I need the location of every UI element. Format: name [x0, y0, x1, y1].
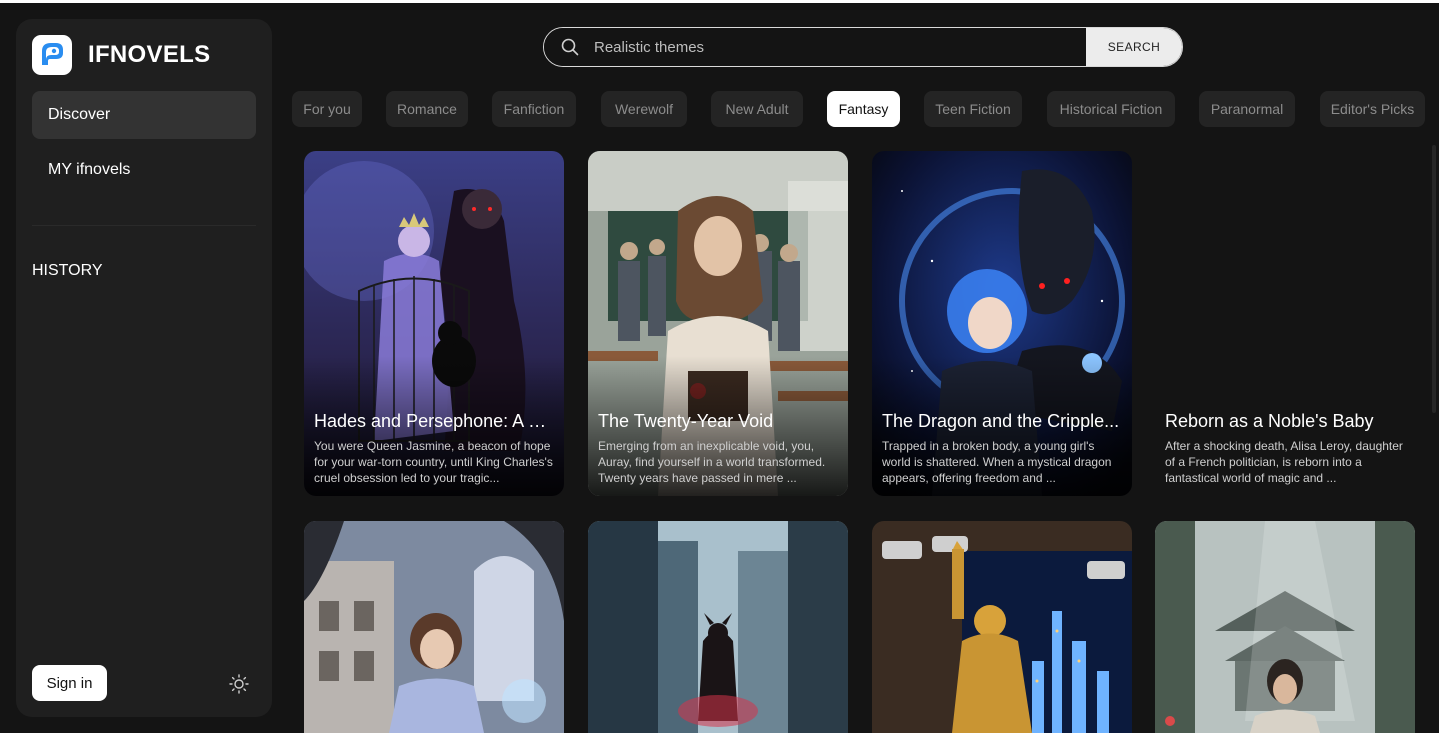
search-button[interactable]: SEARCH: [1086, 28, 1182, 66]
tab-romance[interactable]: Romance: [386, 91, 468, 127]
book-cover-image: [304, 521, 564, 733]
sidebar-item-my-ifnovels[interactable]: MY ifnovels: [32, 146, 256, 194]
window-top-edge: [0, 0, 1439, 3]
tab-paranormal[interactable]: Paranormal: [1199, 91, 1295, 127]
book-cover-image: [872, 521, 1132, 733]
search-bar: SEARCH: [543, 27, 1183, 67]
book-card-row2-2[interactable]: [588, 521, 848, 733]
sun-icon[interactable]: [228, 673, 250, 695]
tab-editors-picks[interactable]: Editor's Picks: [1320, 91, 1425, 127]
book-card-row2-3[interactable]: [872, 521, 1132, 733]
search-icon: [561, 38, 579, 56]
book-title: The Twenty-Year Void: [598, 411, 774, 431]
book-description: Trapped in a broken body, a young girl's…: [882, 439, 1112, 485]
book-title: The Dragon and the Cripple...: [882, 411, 1120, 431]
content-scrollbar[interactable]: [1432, 145, 1436, 413]
sidebar: IFNOVELS Discover MY ifnovels HISTORY Si…: [16, 19, 272, 717]
sidebar-item-label: Discover: [48, 106, 111, 123]
sidebar-item-label: MY ifnovels: [48, 161, 131, 178]
book-title: Hades and Persephone: A D...: [314, 411, 554, 431]
tab-for-you[interactable]: For you: [292, 91, 362, 127]
book-card-dragon-and-cripple[interactable]: The Dragon and the Cripple... Trapped in…: [872, 151, 1132, 496]
book-card-row2-4[interactable]: [1155, 521, 1415, 733]
tab-fantasy[interactable]: Fantasy: [827, 91, 900, 127]
sign-in-button[interactable]: Sign in: [32, 665, 107, 701]
book-cover-image: [588, 521, 848, 733]
book-title: Reborn as a Noble's Baby: [1165, 411, 1374, 431]
book-card-twenty-year-void[interactable]: The Twenty-Year Void Emerging from an in…: [588, 151, 848, 496]
book-card-hades-and-persephone[interactable]: Hades and Persephone: A D... You were Qu…: [304, 151, 564, 496]
sidebar-divider: [32, 225, 256, 226]
tab-fanfiction[interactable]: Fanfiction: [492, 91, 576, 127]
book-description: Emerging from an inexplicable void, you,…: [598, 439, 826, 485]
search-input[interactable]: [592, 37, 1086, 57]
history-heading: HISTORY: [32, 262, 103, 279]
tab-teen-fiction[interactable]: Teen Fiction: [924, 91, 1022, 127]
tab-new-adult[interactable]: New Adult: [711, 91, 803, 127]
book-cover-image: [1155, 521, 1415, 733]
brand-name: IFNOVELS: [88, 41, 211, 68]
book-description: After a shocking death, Alisa Leroy, dau…: [1165, 439, 1403, 485]
book-description: You were Queen Jasmine, a beacon of hope…: [314, 439, 553, 485]
book-card-reborn-noble-baby[interactable]: Reborn as a Noble's Baby After a shockin…: [1155, 151, 1415, 496]
tab-werewolf[interactable]: Werewolf: [601, 91, 687, 127]
app-logo[interactable]: [32, 35, 72, 75]
sidebar-item-discover[interactable]: Discover: [32, 91, 256, 139]
tab-historical-fiction[interactable]: Historical Fiction: [1047, 91, 1175, 127]
book-card-row2-1[interactable]: [304, 521, 564, 733]
search-field-wrapper: [544, 28, 1086, 66]
